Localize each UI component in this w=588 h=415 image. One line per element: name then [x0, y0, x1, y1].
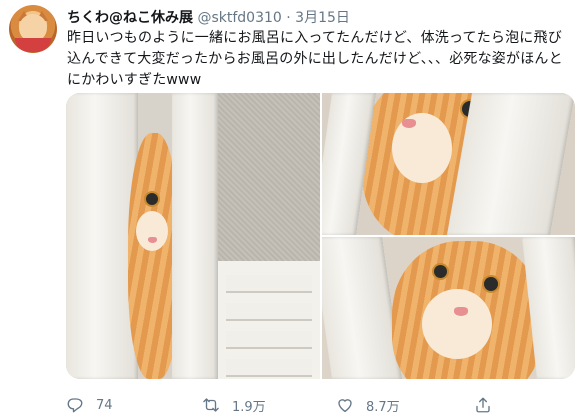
cat-eye: [146, 193, 158, 205]
reply-button[interactable]: 74: [66, 396, 113, 414]
share-icon: [476, 397, 490, 413]
photo-3[interactable]: [322, 237, 575, 379]
author-avatar[interactable]: [9, 5, 57, 53]
frosted-glass: [216, 93, 320, 263]
cat-eye: [484, 277, 498, 291]
tweet-text: 昨日いつものように一緒にお風呂に入ってたんだけど、体洗ってたら泡に飛び込んできて…: [67, 30, 563, 88]
photo-1[interactable]: [66, 93, 320, 379]
photo-2[interactable]: [322, 93, 575, 235]
share-button[interactable]: [474, 396, 504, 414]
door-edge: [322, 237, 402, 379]
like-count: 8.7万: [366, 399, 400, 415]
tweet-header: ちくわ@ねこ休み展 @sktfd0310 · 3月15日: [67, 9, 350, 27]
avatar-bowl: [15, 38, 51, 52]
reply-count: 74: [96, 397, 113, 413]
separator-dot: ·: [286, 10, 291, 26]
door-louver: [226, 303, 312, 321]
door-louver: [226, 331, 312, 349]
heart-icon: [338, 399, 352, 413]
author-handle[interactable]: @sktfd0310: [197, 10, 281, 26]
reply-icon: [67, 398, 83, 413]
cat-muzzle: [392, 113, 452, 183]
tweet-date[interactable]: 3月15日: [295, 10, 350, 26]
cat-eye: [434, 265, 447, 278]
cat-nose: [148, 237, 157, 243]
door-edge: [172, 93, 218, 379]
cat-nose: [402, 119, 416, 128]
like-button[interactable]: 8.7万: [336, 396, 400, 415]
retweet-icon: [203, 398, 219, 412]
door-panel: [218, 261, 320, 379]
cat-muzzle: [422, 289, 492, 359]
retweet-count: 1.9万: [232, 399, 266, 415]
cat-muzzle: [136, 211, 168, 251]
cat: [392, 241, 542, 379]
retweet-button[interactable]: 1.9万: [202, 396, 266, 415]
cat-nose: [454, 307, 468, 316]
tweet-media-grid: [66, 93, 575, 379]
door-louver: [226, 359, 312, 377]
door-louver: [226, 275, 312, 293]
tweet-actions: 74 1.9万 8.7万: [66, 396, 566, 415]
author-name[interactable]: ちくわ@ねこ休み展: [67, 10, 193, 26]
